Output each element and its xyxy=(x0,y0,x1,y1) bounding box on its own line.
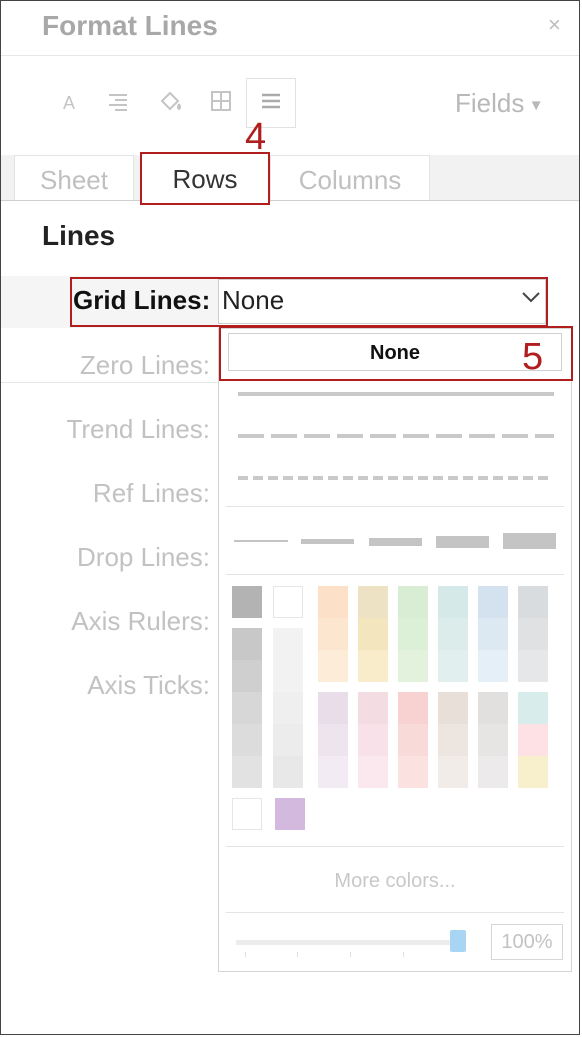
color-swatch[interactable] xyxy=(232,798,262,830)
color-swatch[interactable] xyxy=(318,650,348,682)
color-swatch[interactable] xyxy=(438,724,468,756)
svg-text:A: A xyxy=(63,93,75,113)
drop-lines-label: Drop Lines: xyxy=(77,542,210,572)
line-weight-5[interactable] xyxy=(503,533,556,549)
opacity-slider-track[interactable] xyxy=(236,940,456,945)
axis-rulers-label: Axis Rulers: xyxy=(71,606,210,636)
line-weight-options xyxy=(234,533,556,549)
color-swatch[interactable] xyxy=(273,724,303,756)
color-swatch[interactable] xyxy=(518,586,548,618)
font-icon[interactable]: A xyxy=(56,88,82,120)
color-swatch[interactable] xyxy=(232,660,262,692)
fields-label: Fields xyxy=(455,88,525,118)
color-swatch[interactable] xyxy=(273,586,303,618)
annotation-step-5: 5 xyxy=(522,336,544,378)
color-swatch[interactable] xyxy=(438,692,468,724)
menu-separator xyxy=(226,846,564,847)
opacity-input[interactable]: 100% xyxy=(491,924,563,960)
color-swatch[interactable] xyxy=(318,586,348,618)
line-weight-1[interactable] xyxy=(234,540,288,542)
color-swatch[interactable] xyxy=(398,692,428,724)
title-divider xyxy=(1,55,579,56)
color-swatch[interactable] xyxy=(518,756,548,788)
color-swatch[interactable] xyxy=(318,618,348,650)
color-swatch[interactable] xyxy=(478,618,508,650)
fields-dropdown[interactable]: Fields ▾ xyxy=(455,88,541,119)
color-swatch[interactable] xyxy=(318,756,348,788)
color-swatch[interactable] xyxy=(232,628,262,660)
color-swatch[interactable] xyxy=(358,692,388,724)
color-swatch[interactable] xyxy=(273,628,303,660)
annotation-highlight-none xyxy=(219,326,573,381)
slider-tick xyxy=(297,952,298,957)
color-swatch[interactable] xyxy=(518,692,548,724)
color-swatch[interactable] xyxy=(232,756,262,788)
trend-lines-label: Trend Lines: xyxy=(66,414,210,444)
menu-separator xyxy=(226,574,564,575)
color-swatch[interactable] xyxy=(318,724,348,756)
color-swatch[interactable] xyxy=(398,650,428,682)
color-swatch[interactable] xyxy=(478,692,508,724)
tab-columns[interactable]: Columns xyxy=(270,155,430,201)
slider-tick xyxy=(350,952,351,957)
line-weight-3[interactable] xyxy=(369,538,422,546)
color-swatch[interactable] xyxy=(358,586,388,618)
color-swatch[interactable] xyxy=(358,618,388,650)
line-style-options xyxy=(238,392,554,480)
color-swatch[interactable] xyxy=(358,724,388,756)
color-swatch[interactable] xyxy=(275,798,305,830)
axis-ticks-label: Axis Ticks: xyxy=(87,670,210,700)
color-swatch[interactable] xyxy=(232,692,262,724)
line-weight-2[interactable] xyxy=(301,539,354,544)
color-swatch[interactable] xyxy=(438,756,468,788)
color-swatch[interactable] xyxy=(438,650,468,682)
borders-icon[interactable] xyxy=(208,88,234,120)
color-swatch[interactable] xyxy=(232,724,262,756)
slider-tick xyxy=(245,952,246,957)
annotation-highlight-grid-lines xyxy=(70,277,548,327)
zero-lines-label: Zero Lines: xyxy=(79,350,210,380)
color-swatch[interactable] xyxy=(398,724,428,756)
color-swatch[interactable] xyxy=(478,756,508,788)
color-swatch[interactable] xyxy=(398,586,428,618)
color-swatch[interactable] xyxy=(358,756,388,788)
color-swatch[interactable] xyxy=(518,618,548,650)
color-swatch[interactable] xyxy=(478,724,508,756)
tab-rows[interactable]: Rows xyxy=(140,152,270,205)
slider-tick xyxy=(403,952,404,957)
menu-separator xyxy=(226,912,564,913)
line-weight-4[interactable] xyxy=(436,536,489,548)
color-swatch[interactable] xyxy=(358,650,388,682)
more-colors-link[interactable]: More colors... xyxy=(226,870,564,893)
color-swatch[interactable] xyxy=(518,724,548,756)
color-swatch[interactable] xyxy=(438,586,468,618)
color-swatch[interactable] xyxy=(318,692,348,724)
color-swatch[interactable] xyxy=(273,692,303,724)
menu-separator xyxy=(226,506,564,507)
color-swatch[interactable] xyxy=(398,756,428,788)
panel-title: Format Lines xyxy=(42,10,218,41)
color-swatch[interactable] xyxy=(478,586,508,618)
tab-underline xyxy=(1,200,579,201)
row-divider xyxy=(1,382,218,383)
align-icon[interactable] xyxy=(105,88,131,120)
close-icon[interactable]: × xyxy=(548,12,561,38)
color-palette xyxy=(226,580,566,840)
color-swatch[interactable] xyxy=(438,618,468,650)
chevron-down-icon: ▾ xyxy=(531,94,541,115)
tab-sheet[interactable]: Sheet xyxy=(14,155,134,201)
ref-lines-label: Ref Lines: xyxy=(92,478,210,508)
opacity-slider-handle[interactable] xyxy=(450,930,466,952)
color-swatch[interactable] xyxy=(232,586,262,618)
color-swatch[interactable] xyxy=(273,660,303,692)
color-swatch[interactable] xyxy=(478,650,508,682)
shading-icon[interactable] xyxy=(157,88,183,120)
color-swatch[interactable] xyxy=(273,756,303,788)
color-swatch[interactable] xyxy=(518,650,548,682)
color-swatch[interactable] xyxy=(398,618,428,650)
section-title: Lines xyxy=(42,220,116,251)
